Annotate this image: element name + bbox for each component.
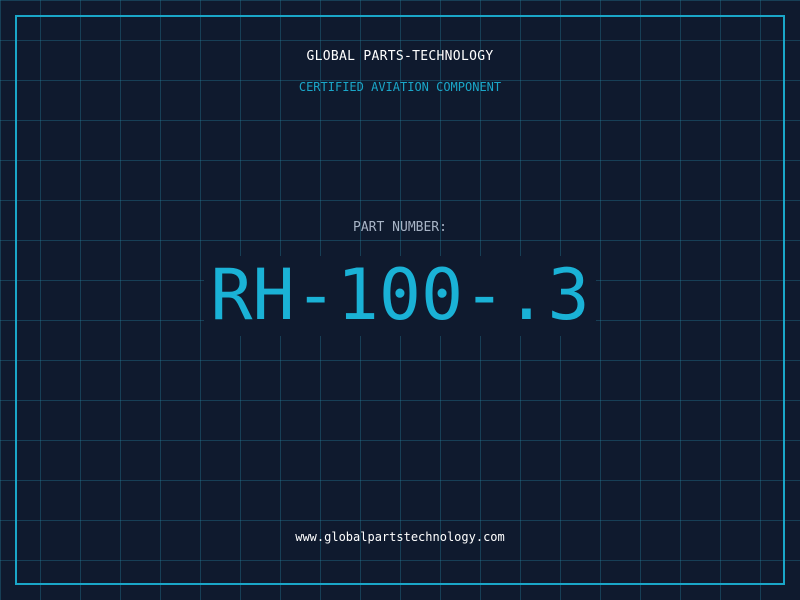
website-url: www.globalpartstechnology.com — [295, 530, 505, 544]
part-number-block: RH-100-.3 — [0, 256, 800, 336]
part-number-label: PART NUMBER: — [353, 220, 447, 235]
blueprint-canvas: GLOBAL PARTS-TECHNOLOGY CERTIFIED AVIATI… — [0, 0, 800, 600]
company-name: GLOBAL PARTS-TECHNOLOGY — [306, 49, 494, 64]
part-number-value: RH-100-.3 — [204, 256, 596, 336]
tagline: CERTIFIED AVIATION COMPONENT — [298, 80, 502, 94]
